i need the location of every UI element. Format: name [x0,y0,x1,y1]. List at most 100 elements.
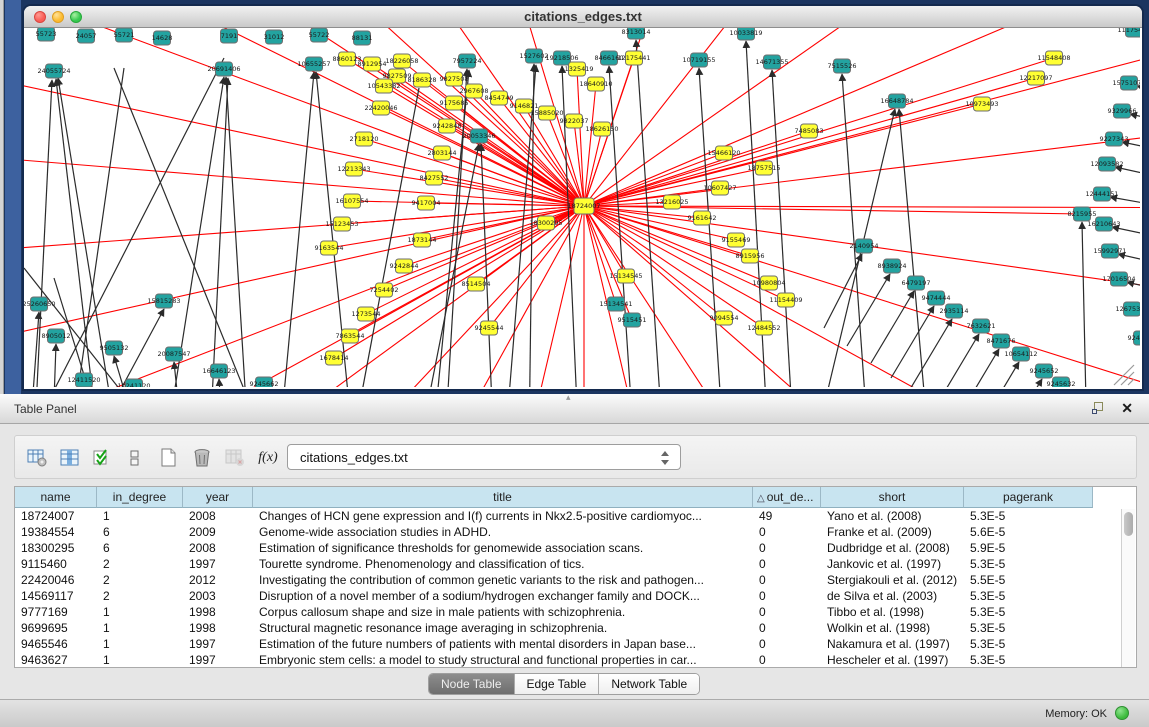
graph-edge[interactable] [1128,379,1134,385]
graph-edge[interactable] [64,28,584,206]
table-row[interactable]: 1456911722003Disruption of a novel membe… [15,588,1119,604]
graph-node[interactable]: 2935114 [940,304,969,318]
table-row[interactable]: 2242004622012Investigating the contribut… [15,572,1119,588]
tab-edge-table[interactable]: Edge Table [515,674,600,694]
minimize-light[interactable] [52,11,64,23]
column-header-pagerank[interactable]: pagerank [964,487,1093,508]
graph-node[interactable]: 12217097 [1019,71,1052,85]
tab-node-table[interactable]: Node Table [429,674,515,694]
table-selector[interactable]: citations_edges.txt [287,444,681,470]
graph-node[interactable]: 9155469 [722,233,751,247]
graph-edge[interactable] [279,72,314,387]
row-height-icon[interactable] [122,444,150,472]
graph-node[interactable]: 9245662 [250,377,279,387]
graph-node[interactable]: 20087547 [157,347,190,361]
delete-column-icon[interactable] [188,444,216,472]
graph-edge[interactable] [584,206,674,387]
graph-node[interactable]: 12213343 [337,162,370,176]
graph-edge[interactable] [114,68,284,387]
graph-edge[interactable] [584,118,1140,206]
graph-node[interactable]: 12093582 [1090,157,1123,171]
graph-node[interactable]: 2718120 [350,132,379,146]
table-row[interactable]: 911546021997Tourette syndrome. Phenomeno… [15,556,1119,572]
table-row[interactable]: 946554611997Estimation of the future num… [15,636,1119,652]
graph-node[interactable]: 10241120 [117,379,150,387]
graph-node[interactable]: 9474444 [922,291,951,305]
graph-node[interactable]: 12175441 [617,51,650,65]
graph-node[interactable]: 8912954 [358,57,387,71]
graph-edge[interactable] [584,78,1036,206]
column-header-title[interactable]: title [253,487,753,508]
graph-edge[interactable] [699,68,724,387]
graph-node[interactable]: 15992971 [1093,244,1126,258]
graph-node[interactable]: 7254402 [370,283,399,297]
graph-node[interactable]: 18300295 [529,216,562,230]
function-builder-icon[interactable]: f(x) [254,444,282,472]
graph-node[interactable]: 9505132 [100,341,129,355]
window-titlebar[interactable]: citations_edges.txt [24,6,1142,28]
graph-node[interactable]: 18640910 [579,77,612,91]
graph-node[interactable]: 55723 [36,28,57,41]
graph-node[interactable]: 16210643 [1087,217,1120,231]
graph-node[interactable]: 8215955 [1068,207,1097,221]
delete-table-icon[interactable] [221,444,249,472]
scrollbar-thumb[interactable] [1124,512,1133,536]
graph-edge[interactable] [24,206,584,258]
graph-node[interactable]: 8514504 [462,277,491,291]
graph-node[interactable]: 9163544 [315,241,344,255]
graph-node[interactable]: 8905012 [42,329,71,343]
graph-node[interactable]: 9329966 [1108,104,1137,118]
graph-node[interactable]: 7515526 [828,59,857,73]
table-row[interactable]: 969969511998Structural magnetic resonanc… [15,620,1119,636]
memory-ok-indicator[interactable] [1115,706,1129,720]
graph-node[interactable]: 55722 [309,28,330,42]
graph-node[interactable]: 12444151 [1085,187,1118,201]
graph-node[interactable]: 11325419 [560,62,593,76]
graph-node[interactable]: 7957224 [453,54,482,68]
graph-node[interactable]: 9827508 [440,72,469,86]
column-header-in_degree[interactable]: in_degree [97,487,183,508]
graph-node[interactable]: 20691406 [207,62,240,76]
graph-node[interactable]: 18757515 [747,161,780,175]
graph-edge[interactable] [899,109,929,387]
graph-edge[interactable] [871,291,914,363]
graph-node[interactable]: 9242848 [433,119,462,133]
graph-node[interactable]: 10719155 [682,53,715,67]
show-columns-icon[interactable] [56,444,84,472]
graph-node[interactable]: 10607427 [703,181,736,195]
graph-edge[interactable] [909,319,952,387]
graph-edge[interactable] [1112,227,1140,240]
table-row[interactable]: 977716911998Corpus callosum shape and si… [15,604,1119,620]
graph-edge[interactable] [956,349,999,387]
tab-network-table[interactable]: Network Table [599,674,699,694]
select-all-columns-icon[interactable] [89,444,117,472]
graph-edge[interactable] [824,254,862,328]
graph-edge[interactable] [219,379,224,387]
graph-edge[interactable] [772,70,794,387]
graph-edge[interactable] [1122,142,1140,154]
table-row[interactable]: 1830029562008Estimation of significance … [15,540,1119,556]
graph-node[interactable]: 9245652 [1030,364,1059,378]
graph-node[interactable]: 7191 [221,29,238,43]
graph-node[interactable]: 7485083 [795,124,824,138]
graph-node[interactable]: 6479197 [902,276,931,290]
graph-node[interactable]: 15134545 [609,269,642,283]
graph-edge[interactable] [24,206,584,358]
graph-node[interactable]: 12411520 [67,373,100,387]
graph-node[interactable]: 25260650 [24,297,56,311]
column-header-name[interactable]: name [15,487,97,508]
column-header-out_de[interactable]: △out_de... [753,487,821,508]
graph-edge[interactable] [584,206,736,240]
graph-edge[interactable] [1118,254,1140,268]
graph-node[interactable]: 2803144 [428,146,457,160]
graph-node[interactable]: 11175441 [1117,28,1140,37]
graph-edge[interactable] [481,144,494,387]
graph-edge[interactable] [1127,282,1140,296]
network-view-window[interactable]: citations_edges.txt 55723240575572114628… [24,6,1142,389]
graph-node[interactable]: 9161642 [688,211,717,225]
graph-node[interactable]: 8938924 [878,259,907,273]
graph-node[interactable]: 9822037 [560,114,589,128]
graph-node[interactable]: 15123453 [325,217,358,231]
graph-edge[interactable] [1082,222,1087,387]
graph-node[interactable]: 88131 [352,31,373,45]
